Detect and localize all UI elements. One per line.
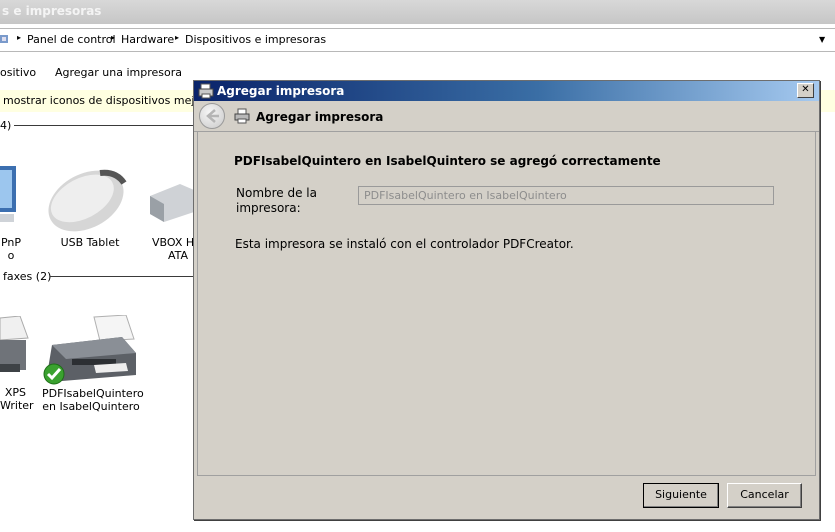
- printers-group-header[interactable]: faxes (2): [3, 270, 51, 283]
- printer-name-label: Nombre de la impresora:: [236, 186, 317, 215]
- control-panel-icon: [0, 32, 10, 45]
- breadcrumb-item[interactable]: Dispositivos e impresoras: [185, 33, 326, 46]
- chevron-down-icon[interactable]: ▼: [819, 35, 825, 44]
- back-button[interactable]: [199, 103, 225, 129]
- mouse-icon: [44, 163, 134, 233]
- add-device-button[interactable]: ositivo: [0, 66, 36, 79]
- device-label[interactable]: PDFIsabelQuintero en IsabelQuintero: [42, 387, 144, 413]
- printer-icon: [234, 108, 250, 127]
- cancel-button[interactable]: Cancelar: [727, 483, 802, 508]
- arrow-left-icon: [206, 109, 219, 123]
- add-printer-dialog: Agregar impresora ✕ Agregar impresora PD…: [193, 80, 820, 520]
- breadcrumb-item[interactable]: Hardware: [121, 33, 174, 46]
- close-button[interactable]: ✕: [797, 83, 814, 98]
- driver-message: Esta impresora se instaló con el control…: [235, 237, 574, 251]
- dialog-title: Agregar impresora: [217, 84, 345, 98]
- chevron-right-icon[interactable]: ▸: [175, 33, 179, 42]
- group-divider: [50, 276, 193, 277]
- success-message: PDFIsabelQuintero en IsabelQuintero se a…: [234, 154, 661, 168]
- monitor-icon: [0, 162, 20, 224]
- device-label[interactable]: VBOX H ATA: [152, 236, 196, 262]
- devices-group-header[interactable]: 4): [0, 119, 11, 132]
- breadcrumb-item[interactable]: Panel de control: [27, 33, 116, 46]
- address-bar[interactable]: ▸ Panel de control ▸ Hardware ▸ Disposit…: [0, 28, 835, 52]
- device-label[interactable]: XPS Writer: [0, 386, 34, 412]
- group-divider: [14, 125, 194, 126]
- wizard-header: Agregar impresora: [194, 101, 819, 132]
- dialog-title-bar[interactable]: Agregar impresora ✕: [194, 81, 819, 101]
- printer-icon: [0, 315, 30, 376]
- printer-name-field[interactable]: [358, 186, 774, 205]
- chevron-right-icon[interactable]: ▸: [111, 33, 115, 42]
- explorer-title: s e impresoras: [2, 4, 102, 18]
- printer-icon: [198, 83, 214, 102]
- add-printer-button[interactable]: Agregar una impresora: [55, 66, 182, 79]
- device-label[interactable]: PnP o: [0, 236, 22, 262]
- hard-drive-icon: [150, 182, 194, 222]
- chevron-right-icon[interactable]: ▸: [17, 33, 21, 42]
- wizard-heading: Agregar impresora: [256, 110, 384, 124]
- default-printer-check-icon: [43, 363, 65, 385]
- next-button[interactable]: Siguiente: [643, 483, 719, 508]
- explorer-title-bar: s e impresoras: [0, 0, 835, 24]
- device-label[interactable]: USB Tablet: [52, 236, 128, 249]
- wizard-content-panel: [197, 132, 816, 476]
